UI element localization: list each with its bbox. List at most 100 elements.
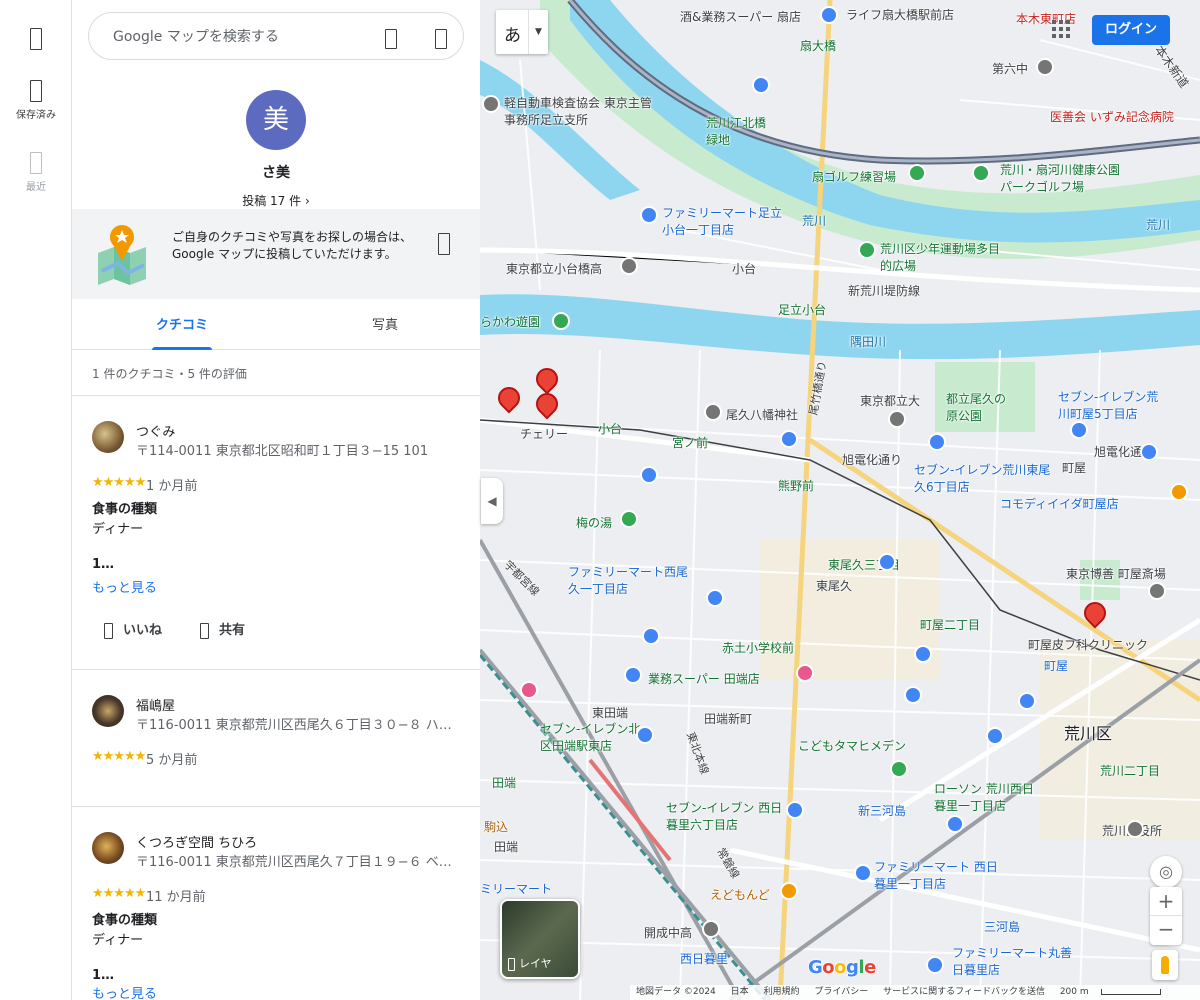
map-label[interactable]: セブン-イレブン北区田端駅東店 [540, 720, 650, 754]
share-button[interactable]: 共有 [200, 619, 245, 639]
map-label[interactable]: 医善会 いずみ記念病院 [1050, 108, 1174, 125]
map-label[interactable]: チェリー [520, 425, 568, 442]
map-label[interactable]: えどもんど [710, 886, 770, 903]
map-label[interactable]: 荒川江北橋緑地 [706, 114, 766, 148]
convenience-store-poi-icon[interactable] [640, 206, 658, 224]
restaurant-poi-icon[interactable] [780, 882, 798, 900]
school-poi-icon[interactable] [620, 257, 638, 275]
map-label[interactable]: 第六中 [992, 60, 1028, 77]
map-label[interactable]: ファミリーマート 西日暮里一丁目店 [874, 858, 1004, 892]
park-poi-icon[interactable] [890, 760, 908, 778]
map-label[interactable]: ローソン 荒川西日暮里一丁目店 [934, 780, 1044, 814]
convenience-store-poi-icon[interactable] [640, 466, 658, 484]
map-label[interactable]: 荒川・扇河川健康公園パークゴルフ場 [1000, 161, 1130, 195]
map-label[interactable]: 開成中高 [644, 924, 692, 941]
map-label[interactable]: コモディイイダ町屋店 [1000, 495, 1119, 512]
place-name[interactable]: つぐみ [136, 421, 175, 440]
park-poi-icon[interactable] [552, 312, 570, 330]
map-label[interactable]: 扇ゴルフ練習場 [812, 168, 896, 185]
convenience-store-poi-icon[interactable] [780, 430, 798, 448]
convenience-store-poi-icon[interactable] [1070, 421, 1088, 439]
place-thumbnail[interactable] [92, 421, 124, 453]
map-label[interactable]: ファミリーマート西尾久一丁目店 [568, 563, 688, 597]
restaurant-poi-icon[interactable] [1170, 483, 1188, 501]
close-icon[interactable] [438, 233, 450, 255]
scale-label[interactable]: 200 m [1060, 987, 1089, 997]
shopping-poi-icon[interactable] [914, 645, 932, 663]
map-canvas[interactable]: 酒&業務スーパー 扇店 ライフ扇大橋駅前店 扇大橋 本木東町店 第六中 本木新道… [480, 0, 1200, 1000]
convenience-store-poi-icon[interactable] [946, 815, 964, 833]
place-thumbnail[interactable] [92, 832, 124, 864]
shopping-poi-icon[interactable] [752, 76, 770, 94]
map-label[interactable]: 扇大橋 [800, 37, 836, 54]
map-label[interactable]: セブン-イレブン荒川町屋5丁目店 [1058, 388, 1168, 422]
map-label[interactable]: セブン-イレブン荒川東尾久6丁目店 [914, 461, 1054, 495]
map-label[interactable]: 赤土小学校前 [722, 639, 794, 656]
bath-poi-icon[interactable] [620, 510, 638, 528]
street-view-pegman-icon[interactable] [1152, 950, 1178, 980]
map-label[interactable]: 町屋 [1044, 657, 1068, 674]
map-label[interactable]: 都立尾久の原公園 [946, 390, 1016, 424]
feedback-link[interactable]: サービスに関するフィードバックを送信 [883, 987, 1045, 997]
map-label[interactable]: 宮ノ前 [672, 434, 708, 451]
collapse-panel-button[interactable]: ◀ [481, 478, 503, 524]
school-poi-icon[interactable] [702, 920, 720, 938]
more-link[interactable]: もっと見る [92, 577, 157, 596]
convenience-store-poi-icon[interactable] [706, 589, 724, 607]
office-poi-icon[interactable] [482, 95, 500, 113]
shopping-poi-icon[interactable] [820, 6, 838, 24]
map-label[interactable]: らかわ遊園 [480, 313, 540, 330]
convenience-store-poi-icon[interactable] [1018, 692, 1036, 710]
golf-poi-icon[interactable] [972, 164, 990, 182]
government-poi-icon[interactable] [1126, 820, 1144, 838]
place-name[interactable]: くつろぎ空間 ちひろ [136, 832, 257, 851]
zoom-in-button[interactable]: + [1150, 887, 1182, 916]
zoom-out-button[interactable]: − [1150, 916, 1182, 945]
map-label[interactable]: 田端 [492, 774, 516, 791]
menu-button[interactable] [0, 28, 72, 54]
map-label[interactable]: 東京都立大 [860, 392, 920, 409]
search-icon[interactable] [385, 29, 397, 49]
map-label[interactable]: 梅の湯 [576, 514, 612, 531]
map-label[interactable]: 西日暮里 [680, 950, 728, 967]
map-label[interactable]: 足立小台 [778, 301, 826, 318]
map-label[interactable]: 熊野前 [778, 477, 814, 494]
map-label[interactable]: 酒&業務スーパー 扇店 [680, 8, 801, 25]
map-label[interactable]: ミリーマート [480, 880, 552, 897]
input-tools-button[interactable]: あ ▼ [496, 10, 548, 54]
privacy-link[interactable]: プライバシー [814, 987, 868, 997]
shopping-poi-icon[interactable] [878, 553, 896, 571]
map-label[interactable]: 東京都立小台橋高 [506, 260, 602, 277]
like-button[interactable]: いいね [104, 619, 162, 639]
map-label[interactable]: 荒川二丁目 [1100, 762, 1160, 779]
apps-grid-icon[interactable] [1052, 20, 1072, 40]
shopping-poi-icon[interactable] [1140, 443, 1158, 461]
school-poi-icon[interactable] [888, 410, 906, 428]
map-label[interactable]: ライフ扇大橋駅前店 [846, 6, 954, 23]
place-thumbnail[interactable] [92, 695, 124, 727]
avatar[interactable]: 美 [246, 90, 306, 150]
more-link[interactable]: もっと見る [92, 983, 157, 1000]
place-poi-icon[interactable] [1148, 582, 1166, 600]
map-label[interactable]: 荒川区少年運動場多目的広場 [880, 240, 1010, 274]
hotel-poi-icon[interactable] [796, 664, 814, 682]
shopping-poi-icon[interactable] [986, 727, 1004, 745]
map-label[interactable]: ファミリーマート丸善日暮里店 [952, 944, 1072, 978]
chevron-down-icon[interactable]: ▼ [528, 10, 548, 54]
posts-count-link[interactable]: 投稿 17 件 › [72, 192, 480, 209]
saved-button[interactable]: 保存済み [0, 80, 72, 121]
country-link[interactable]: 日本 [731, 987, 749, 997]
map-label[interactable]: 新三河島 [858, 802, 906, 819]
park-poi-icon[interactable] [858, 241, 876, 259]
directions-icon[interactable] [435, 29, 447, 49]
map-label[interactable]: ファミリーマート足立小台一丁目店 [662, 204, 782, 238]
map-label[interactable]: 尾久八幡神社 [726, 406, 798, 423]
map-label[interactable]: 東京博善 町屋斎場 [1066, 565, 1166, 582]
shopping-poi-icon[interactable] [624, 666, 642, 684]
tab-reviews[interactable]: クチコミ [112, 300, 252, 350]
login-button[interactable]: ログイン [1092, 15, 1170, 45]
map-label[interactable]: 町屋二丁目 [920, 616, 980, 633]
school-poi-icon[interactable] [1036, 58, 1054, 76]
tab-photos[interactable]: 写真 [315, 300, 455, 350]
shrine-poi-icon[interactable] [704, 403, 722, 421]
